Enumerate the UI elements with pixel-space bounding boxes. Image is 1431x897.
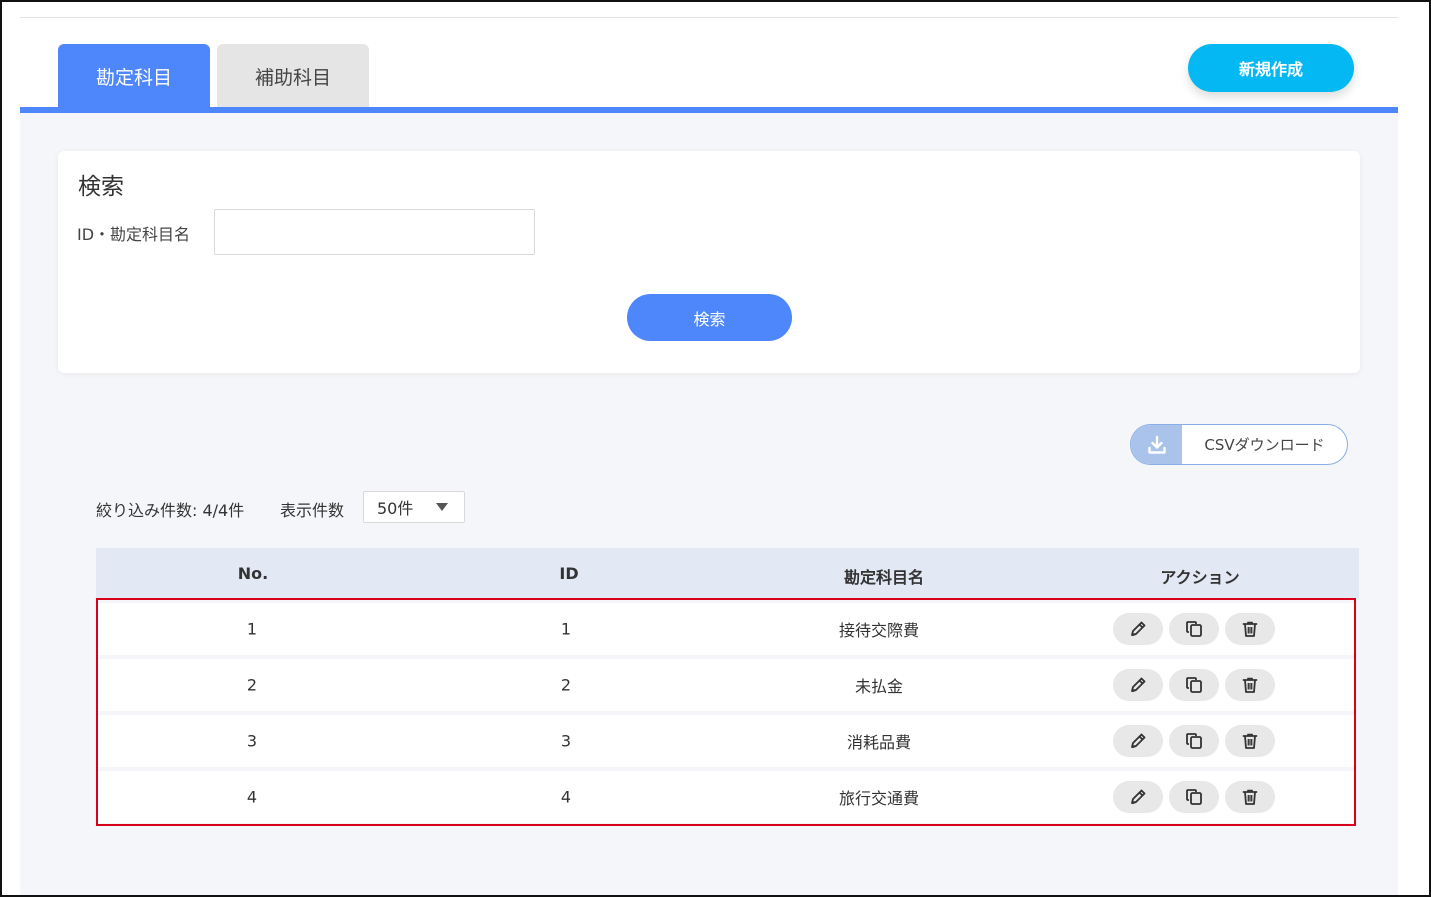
row-account-name-cell: 消耗品費 <box>846 733 912 752</box>
csv-download-label: CSVダウンロード <box>1204 436 1325 454</box>
row-no-cell: 3 <box>246 731 258 751</box>
table-row: 1 1 接待交際費 <box>97 603 1354 655</box>
row-account-name-cell: 旅行交通費 <box>838 789 920 808</box>
copy-icon <box>1184 787 1204 807</box>
row-no-cell: 1 <box>246 619 258 639</box>
column-header-account-name: 勘定科目名 <box>843 568 925 587</box>
row-no-cell: 2 <box>246 675 258 695</box>
copy-icon <box>1184 675 1204 695</box>
edit-icon <box>1128 787 1148 807</box>
table-row: 3 3 消耗品費 <box>97 715 1354 767</box>
table-row: 4 4 旅行交通費 <box>97 771 1354 823</box>
row-account-name-cell: 未払金 <box>854 677 904 696</box>
edit-icon <box>1128 619 1148 639</box>
copy-button[interactable] <box>1169 669 1219 701</box>
row-id-cell: 2 <box>560 675 572 695</box>
trash-icon <box>1240 675 1260 695</box>
copy-button[interactable] <box>1169 725 1219 757</box>
display-count-label: 表示件数 <box>280 501 345 520</box>
edit-button[interactable] <box>1113 669 1163 701</box>
table-header: No. ID 勘定科目名 アクション <box>96 548 1359 598</box>
search-input[interactable] <box>214 209 535 255</box>
copy-button[interactable] <box>1169 781 1219 813</box>
display-count-value: 50件 <box>377 499 414 518</box>
column-header-no: No. <box>237 564 269 583</box>
edit-button[interactable] <box>1113 781 1163 813</box>
trash-button[interactable] <box>1225 613 1275 645</box>
download-icon <box>1131 425 1182 464</box>
search-title: 検索 <box>78 174 124 200</box>
row-no-cell: 4 <box>246 787 258 807</box>
copy-icon <box>1184 731 1204 751</box>
filter-count-text: 絞り込み件数: 4/4件 <box>96 501 245 520</box>
tab-sub-account-items[interactable]: 補助科目 <box>217 44 369 108</box>
edit-icon <box>1128 675 1148 695</box>
trash-icon <box>1240 619 1260 639</box>
copy-button[interactable] <box>1169 613 1219 645</box>
row-id-cell: 1 <box>560 619 572 639</box>
trash-button[interactable] <box>1225 725 1275 757</box>
caret-down-icon <box>436 503 448 511</box>
trash-button[interactable] <box>1225 781 1275 813</box>
column-header-id: ID <box>559 564 579 583</box>
table-row: 2 2 未払金 <box>97 659 1354 711</box>
edit-button[interactable] <box>1113 613 1163 645</box>
row-account-name-cell: 接待交際費 <box>838 621 920 640</box>
trash-button[interactable] <box>1225 669 1275 701</box>
row-id-cell: 4 <box>560 787 572 807</box>
display-count-select[interactable]: 50件 <box>363 491 465 523</box>
trash-icon <box>1240 787 1260 807</box>
column-header-action: アクション <box>1160 568 1240 587</box>
edit-icon <box>1128 731 1148 751</box>
edit-button[interactable] <box>1113 725 1163 757</box>
top-divider <box>20 17 1398 18</box>
search-field-label: ID・勘定科目名 <box>77 225 191 244</box>
search-card: 検索 ID・勘定科目名 検索 <box>58 151 1360 373</box>
copy-icon <box>1184 619 1204 639</box>
tab-account-items[interactable]: 勘定科目 <box>58 44 210 108</box>
csv-download-button[interactable]: CSVダウンロード <box>1130 424 1348 465</box>
new-create-button[interactable]: 新規作成 <box>1188 44 1354 92</box>
row-id-cell: 3 <box>560 731 572 751</box>
trash-icon <box>1240 731 1260 751</box>
search-button[interactable]: 検索 <box>627 294 792 341</box>
